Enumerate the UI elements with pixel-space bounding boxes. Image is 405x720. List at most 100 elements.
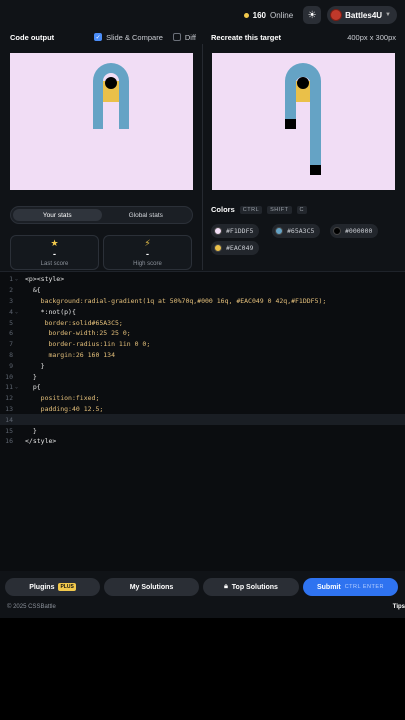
line-number: 10	[5, 372, 13, 381]
avatar	[330, 9, 343, 21]
shortcut-key: CTRL	[239, 205, 263, 214]
last-score-value: -	[53, 248, 56, 259]
code-text: }	[25, 361, 45, 370]
tips-link[interactable]: Tips	[393, 604, 405, 610]
swatch-color-dot	[275, 227, 283, 235]
code-line[interactable]: 8 margin:26 160 134	[0, 350, 405, 361]
online-label: Online	[270, 10, 294, 20]
output-black-dot	[105, 77, 117, 89]
code-output-canvas[interactable]	[10, 53, 193, 190]
theme-toggle-button[interactable]: ☀	[303, 6, 322, 24]
swatch-hex: #F1DDF5	[226, 227, 254, 235]
online-dot-icon	[243, 12, 249, 18]
code-line[interactable]: 7 border-radius:1in 1in 0 0;	[0, 339, 405, 350]
line-number: 6	[9, 329, 13, 338]
color-swatch[interactable]: #EAC049	[211, 241, 260, 255]
submit-shortcut: CTRL ENTER	[344, 584, 385, 590]
code-line[interactable]: 4 ⌄ *:not(p){	[0, 306, 405, 317]
star-icon: ★	[50, 237, 59, 248]
last-score-label: Last score	[40, 260, 69, 267]
submit-label: Submit	[316, 583, 341, 591]
online-indicator: 160 Online	[243, 10, 294, 20]
target-drawing	[212, 53, 395, 190]
panel-divider	[202, 44, 203, 270]
swatch-color-dot	[214, 244, 222, 252]
tab-your-stats[interactable]: Your stats	[13, 209, 102, 221]
code-line[interactable]: 11 ⌄ p{	[0, 382, 405, 393]
my-solutions-button[interactable]: My Solutions	[104, 578, 199, 596]
code-text: padding:40 12.5;	[25, 404, 104, 413]
code-line[interactable]: 15 }	[0, 425, 405, 436]
code-line[interactable]: 6 border-width:25 25 0;	[0, 328, 405, 339]
code-line[interactable]: 5 border:solid#65A3C5;	[0, 317, 405, 328]
stats-tabs: Your stats Global stats	[10, 206, 193, 224]
shortcut-key: SHIFT	[267, 205, 292, 214]
code-line[interactable]: 10 }	[0, 371, 405, 382]
swatch-hex: #000000	[345, 227, 373, 235]
code-line[interactable]: 2 &{	[0, 285, 405, 296]
diff-toggle[interactable]: Diff	[172, 32, 196, 42]
code-text: }	[25, 426, 37, 435]
diff-label: Diff	[184, 32, 196, 42]
footer: © 2025 CSSBattle Tips	[0, 604, 405, 616]
code-text: border:solid#65A3C5;	[25, 318, 123, 327]
color-swatch[interactable]: #000000	[330, 224, 379, 238]
checkbox-unchecked-icon	[172, 33, 181, 41]
code-editor[interactable]: 1 ⌄ <p><style> 2 &{3 background:radial-grad…	[0, 271, 405, 571]
slide-compare-toggle[interactable]: ✓ Slide & Compare	[94, 33, 163, 42]
code-line[interactable]: 14	[0, 414, 405, 426]
code-text: </style>	[25, 437, 57, 446]
line-number: 2	[9, 286, 13, 295]
user-name: Battles4U	[345, 10, 383, 20]
code-line[interactable]: 9 }	[0, 360, 405, 371]
line-number: 13	[5, 404, 13, 413]
user-menu-button[interactable]: Battles4U ▼	[327, 6, 397, 24]
fold-chevron-icon[interactable]: ⌄	[15, 276, 18, 282]
code-line[interactable]: 13 padding:40 12.5;	[0, 404, 405, 415]
line-number: 16	[5, 437, 13, 446]
line-number: 8	[9, 350, 13, 359]
submit-button[interactable]: Submit CTRL ENTER	[303, 578, 398, 596]
line-number: 14	[5, 415, 13, 424]
swatch-color-dot	[214, 227, 222, 235]
high-score-value: -	[146, 248, 149, 259]
plugins-label: Plugins	[29, 583, 55, 591]
line-number: 7	[9, 340, 13, 349]
line-number: 5	[9, 318, 13, 327]
copyright-text: © 2025 CSSBattle	[7, 604, 56, 610]
my-solutions-label: My Solutions	[129, 583, 174, 591]
plus-badge: PLUS	[58, 583, 76, 591]
shortcut-key: C	[296, 205, 308, 214]
line-number: 3	[9, 296, 13, 305]
code-line[interactable]: 1 ⌄ <p><style>	[0, 274, 405, 285]
code-line[interactable]: 12 position:fixed;	[0, 393, 405, 404]
code-text: &{	[25, 286, 41, 295]
high-score-label: High score	[133, 260, 162, 267]
color-swatch[interactable]: #F1DDF5	[211, 224, 260, 238]
code-line[interactable]: 16 </style>	[0, 436, 405, 447]
online-count: 160	[252, 10, 267, 20]
fold-chevron-icon[interactable]: ⌄	[15, 309, 18, 315]
target-black-square-left	[285, 119, 296, 129]
target-title: Recreate this target	[211, 32, 282, 42]
colors-title: Colors	[211, 205, 235, 214]
swatch-hex: #EAC049	[226, 244, 254, 252]
top-bar: 160 Online ☀ Battles4U ▼	[0, 0, 405, 30]
line-number: 4	[9, 307, 13, 316]
fold-chevron-icon[interactable]: ⌄	[15, 384, 18, 390]
lightning-icon: ⚡	[144, 237, 151, 248]
code-text: <p><style>	[25, 275, 65, 284]
target-header: Recreate this target 400px x 300px	[211, 30, 396, 44]
color-swatch[interactable]: #65A3C5	[272, 224, 321, 238]
code-line[interactable]: 3 background:radial-gradient(1q at 50%70…	[0, 296, 405, 307]
slide-compare-label: Slide & Compare	[106, 32, 163, 42]
code-text: margin:26 160 134	[25, 350, 116, 359]
high-score-card: ⚡ - High score	[103, 235, 192, 270]
code-text: border-width:25 25 0;	[25, 329, 131, 338]
target-canvas[interactable]	[212, 53, 395, 190]
top-solutions-button[interactable]: 🔒︎ Top Solutions	[203, 578, 299, 596]
plugins-button[interactable]: Plugins PLUS	[5, 578, 100, 596]
line-number: 9	[9, 361, 13, 370]
tab-global-stats[interactable]: Global stats	[102, 209, 191, 221]
last-score-card: ★ - Last score	[10, 235, 99, 270]
